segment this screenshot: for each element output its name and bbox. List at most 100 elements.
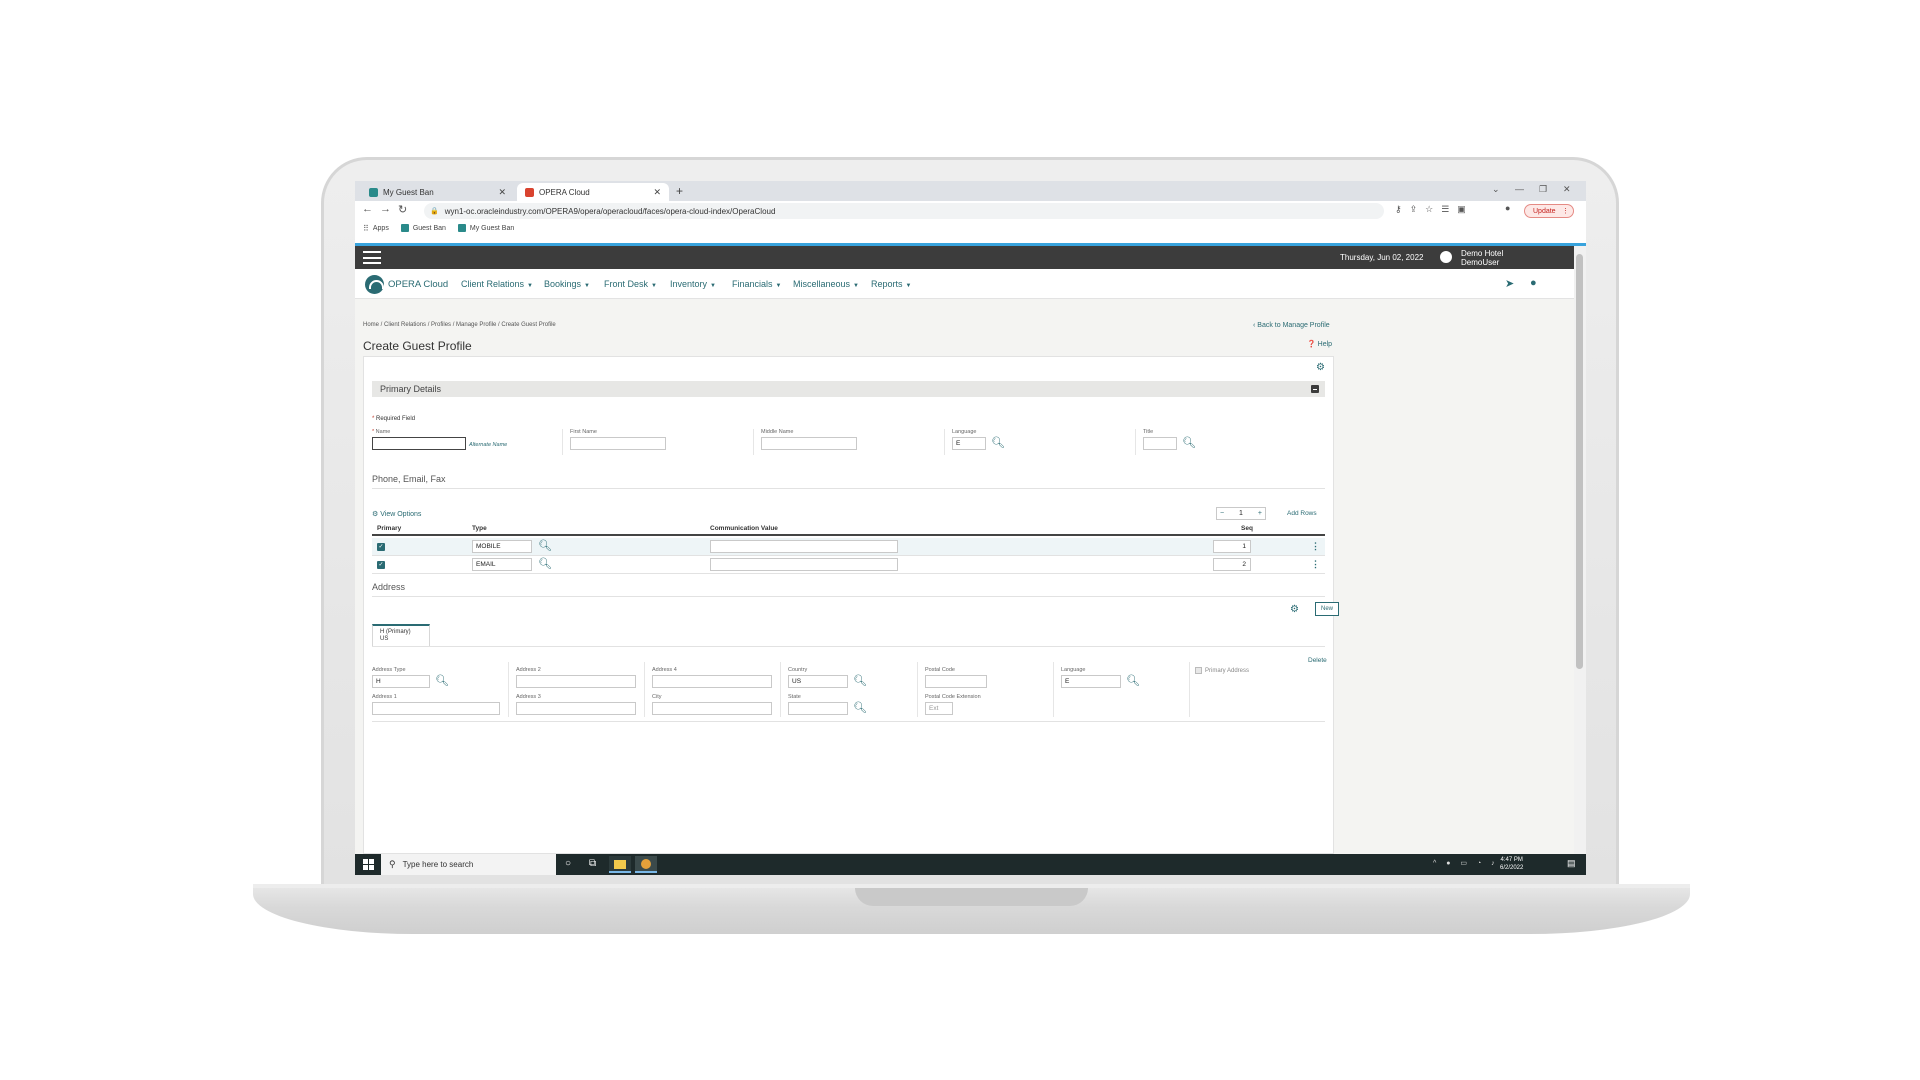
forward-arrow-icon[interactable]: → (380, 203, 391, 215)
tab-search-icon[interactable]: ⌄ (1492, 184, 1500, 195)
delete-address-link[interactable]: Delete (1308, 657, 1327, 664)
new-tab-button[interactable]: + (676, 184, 683, 198)
update-button[interactable]: Update ⋮ (1524, 204, 1574, 218)
menu-bookings[interactable]: Bookings ▼ (544, 279, 590, 289)
communication-value-input[interactable] (710, 558, 898, 571)
type-search-icon[interactable]: 🔍︎ (538, 557, 552, 570)
row-actions-kebab-icon[interactable]: ⋮ (1311, 541, 1320, 552)
system-tray-icons[interactable]: ^ ● ▭ ◔ ♪ (1433, 859, 1499, 867)
taskbar-search-box[interactable]: ⚲ Type here to search (381, 854, 556, 875)
divider (372, 488, 1325, 489)
primary-address-checkbox[interactable]: Primary Address (1195, 667, 1249, 674)
address-settings-gear-icon[interactable]: ⚙ (1290, 604, 1299, 615)
back-to-manage-profile-link[interactable]: ‹ Back to Manage Profile (1253, 322, 1330, 329)
first-name-input[interactable] (570, 437, 666, 450)
country-input[interactable]: US (788, 675, 848, 688)
windows-start-icon[interactable] (363, 859, 374, 870)
address1-input[interactable] (372, 702, 500, 715)
postal-ext-input[interactable]: Ext (925, 702, 953, 715)
table-row[interactable]: ✓ EMAIL 🔍︎ 2 ⋮ (372, 556, 1325, 574)
menu-reports[interactable]: Reports ▼ (871, 279, 911, 289)
maximize-icon[interactable]: ❐ (1539, 184, 1547, 195)
panel-settings-gear-icon[interactable]: ⚙ (1316, 362, 1325, 373)
primary-checkbox[interactable]: ✓ (377, 543, 385, 551)
minimize-icon[interactable]: — (1515, 184, 1524, 194)
hotel-user-block[interactable]: Demo Hotel DemoUser (1461, 249, 1503, 267)
browser-tabbar: My Guest Ban ✕ OPERA Cloud ✕ + ⌄ — ❐ ✕ (355, 181, 1586, 201)
menu-client-relations[interactable]: Client Relations ▼ (461, 279, 533, 289)
postal-code-input[interactable] (925, 675, 987, 688)
chat-icon[interactable]: ● (1530, 277, 1537, 289)
seq-input[interactable]: 2 (1213, 558, 1251, 571)
breadcrumb[interactable]: Home / Client Relations / Profiles / Man… (363, 322, 556, 328)
plus-icon[interactable]: + (1258, 510, 1262, 517)
back-arrow-icon[interactable]: ← (362, 203, 373, 215)
state-label: State (788, 694, 801, 700)
add-rows-button[interactable]: Add Rows (1287, 510, 1317, 517)
page-scrollbar[interactable] (1574, 246, 1586, 854)
address-type-input[interactable]: H (372, 675, 430, 688)
language-input[interactable]: E (952, 437, 986, 450)
close-tab-icon[interactable]: ✕ (653, 187, 661, 198)
state-search-icon[interactable]: 🔍︎ (853, 701, 867, 714)
reload-icon[interactable]: ↻ (398, 203, 407, 216)
menu-financials[interactable]: Financials ▼ (732, 279, 781, 289)
rows-stepper[interactable]: − 1 + (1216, 507, 1266, 520)
name-input[interactable] (372, 437, 466, 450)
chrome-icon[interactable] (635, 856, 657, 873)
bookmark-my-guest-ban[interactable]: My Guest Ban (457, 224, 514, 232)
close-tab-icon[interactable]: ✕ (498, 187, 506, 198)
task-view-icon[interactable]: ⧉ (589, 858, 596, 869)
bookmark-apps[interactable]: ⠿ Apps (363, 224, 389, 233)
notifications-icon[interactable]: ▤ (1567, 858, 1576, 869)
state-input[interactable] (788, 702, 848, 715)
table-row[interactable]: ✓ MOBILE 🔍︎ 1 ⋮ (372, 538, 1325, 556)
browser-tab-guest-ban[interactable]: My Guest Ban ✕ (361, 183, 514, 201)
type-input[interactable]: EMAIL (472, 558, 532, 571)
address-bar[interactable]: 🔒 wyn1-oc.oracleindustry.com/OPERA9/oper… (424, 203, 1384, 219)
hamburger-menu-icon[interactable] (363, 251, 381, 264)
communication-value-input[interactable] (710, 540, 898, 553)
file-explorer-icon[interactable] (609, 856, 631, 873)
taskbar-clock[interactable]: 4:47 PM 6/2/2022 (1500, 856, 1523, 872)
language-search-icon[interactable]: 🔍︎ (991, 436, 1005, 449)
user-icon[interactable] (1440, 251, 1452, 263)
close-window-icon[interactable]: ✕ (1563, 184, 1571, 195)
address4-input[interactable] (652, 675, 772, 688)
alternate-name-link[interactable]: Alternate Name (469, 442, 507, 448)
title-search-icon[interactable]: 🔍︎ (1182, 436, 1196, 449)
view-options-link[interactable]: ⚙ View Options (372, 510, 421, 518)
new-address-button[interactable]: New (1315, 602, 1339, 616)
collapse-icon[interactable] (1311, 385, 1319, 393)
type-input[interactable]: MOBILE (472, 540, 532, 553)
profile-icon[interactable]: ● (1505, 203, 1510, 213)
address-language-search-icon[interactable]: 🔍︎ (1126, 674, 1140, 687)
scroll-thumb[interactable] (1576, 254, 1583, 669)
address-tab-primary[interactable]: H (Primary) US (372, 624, 430, 646)
address3-input[interactable] (516, 702, 636, 715)
bookmark-guest-ban[interactable]: Guest Ban (400, 224, 446, 232)
address2-input[interactable] (516, 675, 636, 688)
primary-checkbox[interactable]: ✓ (377, 561, 385, 569)
menu-miscellaneous[interactable]: Miscellaneous ▼ (793, 279, 859, 289)
minus-icon[interactable]: − (1220, 510, 1224, 517)
brand-name[interactable]: OPERA Cloud (388, 279, 448, 290)
address-type-search-icon[interactable]: 🔍︎ (435, 674, 449, 687)
cortana-icon[interactable]: ○ (565, 858, 571, 869)
middle-name-input[interactable] (761, 437, 857, 450)
menu-front-desk[interactable]: Front Desk ▼ (604, 279, 657, 289)
seq-input[interactable]: 1 (1213, 540, 1251, 553)
address-language-input[interactable]: E (1061, 675, 1121, 688)
rocket-icon[interactable]: ➤ (1505, 277, 1514, 290)
primary-details-header[interactable]: Primary Details (372, 381, 1325, 397)
menu-inventory[interactable]: Inventory ▼ (670, 279, 716, 289)
title-input[interactable] (1143, 437, 1177, 450)
city-input[interactable] (652, 702, 772, 715)
help-link[interactable]: ❓ Help (1307, 340, 1332, 348)
opera-logo-icon[interactable] (365, 275, 384, 294)
type-search-icon[interactable]: 🔍︎ (538, 539, 552, 552)
browser-extension-icons[interactable]: ⚷⇪☆☰▣ (1395, 204, 1474, 215)
browser-tab-opera-cloud[interactable]: OPERA Cloud ✕ (517, 183, 669, 201)
country-search-icon[interactable]: 🔍︎ (853, 674, 867, 687)
row-actions-kebab-icon[interactable]: ⋮ (1311, 559, 1320, 570)
